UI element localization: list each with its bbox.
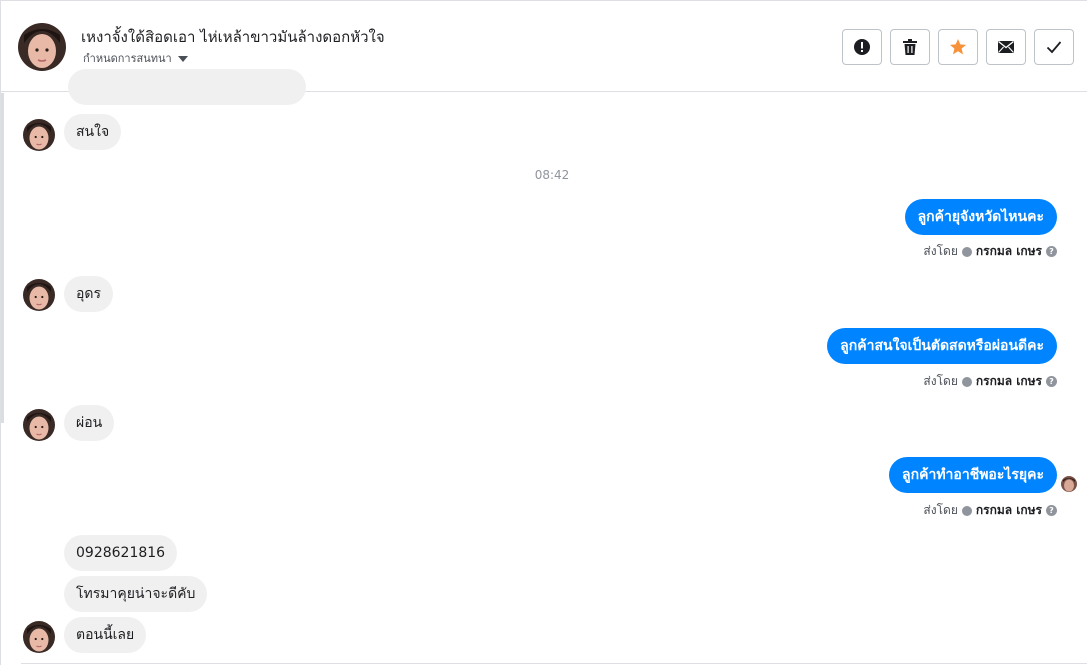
check-circle-icon: [961, 246, 972, 257]
seen-avatar: [1061, 476, 1077, 492]
sent-by-label: ส่งโดย: [923, 374, 958, 388]
mark-done-button[interactable]: [1034, 29, 1074, 65]
check-circle-icon: [961, 376, 972, 387]
help-icon[interactable]: ?: [1046, 246, 1057, 257]
star-button[interactable]: [938, 29, 978, 65]
sender-name[interactable]: กรกมล เกษร: [976, 242, 1042, 261]
sent-by: ส่งโดย กรกมล เกษร ?: [923, 372, 1057, 391]
sender-name[interactable]: กรกมล เกษร: [976, 372, 1042, 391]
message-bubble: ผ่อน: [64, 405, 115, 441]
message-bubble-outgoing: ลูกค้าสนใจเป็นตัดสดหรือผ่อนดีคะ: [827, 328, 1057, 364]
contact-name: เหงาจั้งใด้สิอดเอา ไห่เหล้าขาวมันล้างดอก…: [81, 28, 385, 46]
conversation-settings-dropdown[interactable]: กำหนดการสนทนา: [83, 49, 188, 67]
avatar[interactable]: [23, 409, 55, 441]
avatar[interactable]: [23, 621, 55, 653]
avatar[interactable]: [18, 23, 66, 71]
sent-by: ส่งโดย กรกมล เกษร ?: [923, 242, 1057, 261]
message-bubble-outgoing: ลูกค้ายุจังหวัดไหนคะ: [904, 199, 1057, 235]
check-circle-icon: [961, 505, 972, 516]
mark-unread-button[interactable]: [986, 29, 1026, 65]
message-bubble: 0928621816: [64, 535, 178, 571]
help-icon[interactable]: ?: [1046, 505, 1057, 516]
sent-by: ส่งโดย กรกมล เกษร ?: [923, 501, 1057, 520]
message-bubble: โทรมาคุยน่าจะดีคับ: [64, 576, 208, 612]
caret-down-icon: [177, 56, 188, 62]
conversation-window: เหงาจั้งใด้สิอดเอา ไห่เหล้าขาวมันล้างดอก…: [0, 0, 1087, 665]
message-bubble: อุดร: [64, 276, 114, 312]
sent-by-label: ส่งโดย: [923, 244, 958, 258]
help-icon[interactable]: ?: [1046, 376, 1057, 387]
sent-by-label: ส่งโดย: [923, 503, 958, 517]
conversation-settings-label: กำหนดการสนทนา: [83, 52, 172, 65]
avatar[interactable]: [23, 279, 55, 311]
message-bubble: ตอนนี้เลย: [64, 617, 147, 653]
star-icon: [949, 38, 967, 56]
timestamp: 08:42: [534, 168, 570, 182]
message-bubble-partial: [68, 69, 306, 105]
header-actions: [842, 29, 1074, 65]
message-bubble: สนใจ: [64, 114, 122, 150]
message-bubble-outgoing: ลูกค้าทำอาชีพอะไรยุคะ: [889, 457, 1057, 493]
avatar[interactable]: [23, 119, 55, 151]
scrollbar[interactable]: [1, 93, 4, 423]
delete-button[interactable]: [890, 29, 930, 65]
trash-icon: [902, 38, 918, 56]
check-icon: [1046, 40, 1062, 54]
exclamation-icon: [853, 38, 871, 56]
sender-name[interactable]: กรกมล เกษร: [976, 501, 1042, 520]
report-button[interactable]: [842, 29, 882, 65]
envelope-icon: [997, 40, 1015, 54]
